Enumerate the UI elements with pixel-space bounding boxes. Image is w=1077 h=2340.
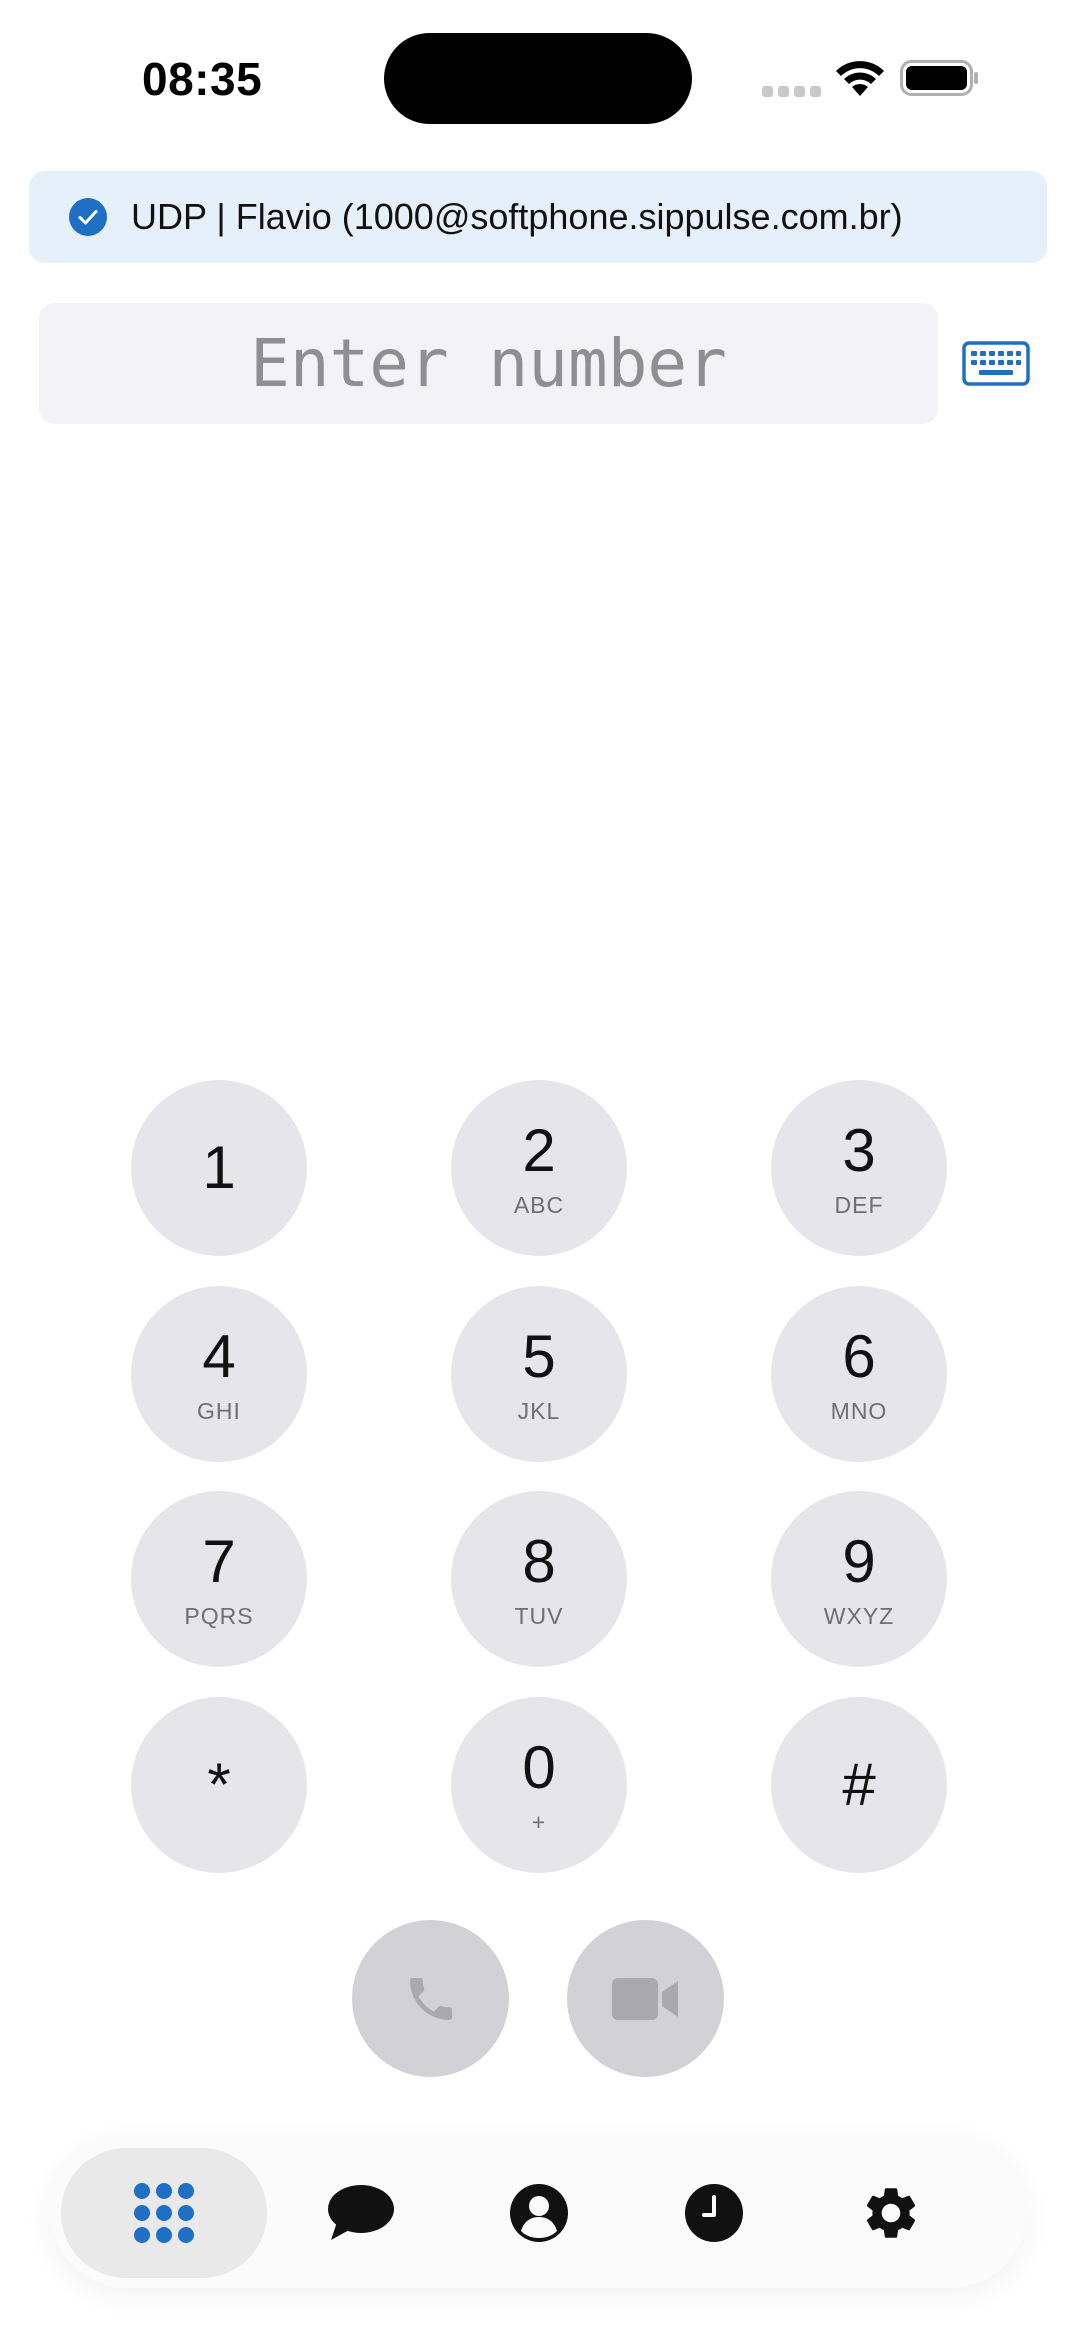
key-letters: + bbox=[531, 1809, 547, 1835]
key-digit: 8 bbox=[522, 1528, 556, 1595]
dial-key-1[interactable]: 1 bbox=[131, 1080, 307, 1256]
key-letters: JKL bbox=[517, 1398, 561, 1424]
clock-icon bbox=[684, 2184, 743, 2242]
key-digit: 4 bbox=[202, 1323, 236, 1390]
dial-key-0[interactable]: 0 + bbox=[451, 1697, 627, 1873]
dial-key-star[interactable]: * bbox=[131, 1697, 307, 1873]
tab-messages[interactable] bbox=[271, 2148, 451, 2278]
dialpad-icon bbox=[134, 2183, 194, 2243]
key-digit: 5 bbox=[522, 1323, 556, 1390]
status-time: 08:35 bbox=[142, 53, 263, 105]
key-letters: WXYZ bbox=[823, 1603, 895, 1629]
dial-number-input[interactable] bbox=[39, 303, 938, 424]
dial-key-4[interactable]: 4 GHI bbox=[131, 1286, 307, 1462]
key-digit: * bbox=[207, 1751, 231, 1818]
key-digit: 3 bbox=[842, 1117, 876, 1184]
key-letters: TUV bbox=[514, 1603, 564, 1629]
gear-icon bbox=[866, 2188, 916, 2238]
key-letters: DEF bbox=[834, 1192, 884, 1218]
key-letters: GHI bbox=[197, 1398, 241, 1424]
key-digit: # bbox=[842, 1751, 876, 1818]
chat-bubble-icon bbox=[328, 2185, 394, 2240]
dial-key-2[interactable]: 2 ABC bbox=[451, 1080, 627, 1256]
battery-icon bbox=[900, 60, 978, 96]
dial-key-3[interactable]: 3 DEF bbox=[771, 1080, 947, 1256]
dial-key-5[interactable]: 5 JKL bbox=[451, 1286, 627, 1462]
bottom-tab-bar bbox=[51, 2138, 1026, 2288]
key-letters: PQRS bbox=[184, 1603, 254, 1629]
key-letters: MNO bbox=[830, 1398, 888, 1424]
status-bar: 08:35 bbox=[0, 0, 1077, 160]
dial-key-hash[interactable]: # bbox=[771, 1697, 947, 1873]
tab-dialpad[interactable] bbox=[61, 2148, 267, 2278]
tab-settings[interactable] bbox=[801, 2148, 981, 2278]
keyboard-icon[interactable] bbox=[962, 341, 1030, 386]
video-call-button[interactable] bbox=[567, 1920, 724, 2077]
dial-key-6[interactable]: 6 MNO bbox=[771, 1286, 947, 1462]
key-digit: 7 bbox=[202, 1528, 236, 1595]
key-digit: 2 bbox=[522, 1117, 556, 1184]
key-digit: 9 bbox=[842, 1528, 876, 1595]
tab-history[interactable] bbox=[626, 2148, 801, 2278]
phone-icon bbox=[409, 1977, 452, 2020]
cellular-signal-icon bbox=[762, 86, 821, 97]
dial-key-8[interactable]: 8 TUV bbox=[451, 1491, 627, 1667]
dial-key-9[interactable]: 9 WXYZ bbox=[771, 1491, 947, 1667]
key-digit: 1 bbox=[202, 1134, 236, 1201]
check-circle-icon bbox=[69, 198, 107, 236]
tab-contacts[interactable] bbox=[451, 2148, 626, 2278]
account-status-banner[interactable]: UDP | Flavio (1000@softphone.sippulse.co… bbox=[29, 171, 1047, 263]
key-letters: ABC bbox=[513, 1192, 565, 1218]
account-label: UDP | Flavio (1000@softphone.sippulse.co… bbox=[131, 196, 903, 237]
key-digit: 0 bbox=[522, 1734, 556, 1801]
contact-icon bbox=[509, 2184, 568, 2242]
key-digit: 6 bbox=[842, 1323, 876, 1390]
video-camera-icon bbox=[611, 1977, 678, 2020]
voice-call-button[interactable] bbox=[352, 1920, 509, 2077]
dial-key-7[interactable]: 7 PQRS bbox=[131, 1491, 307, 1667]
wifi-icon bbox=[836, 61, 884, 96]
dynamic-island bbox=[384, 33, 692, 124]
